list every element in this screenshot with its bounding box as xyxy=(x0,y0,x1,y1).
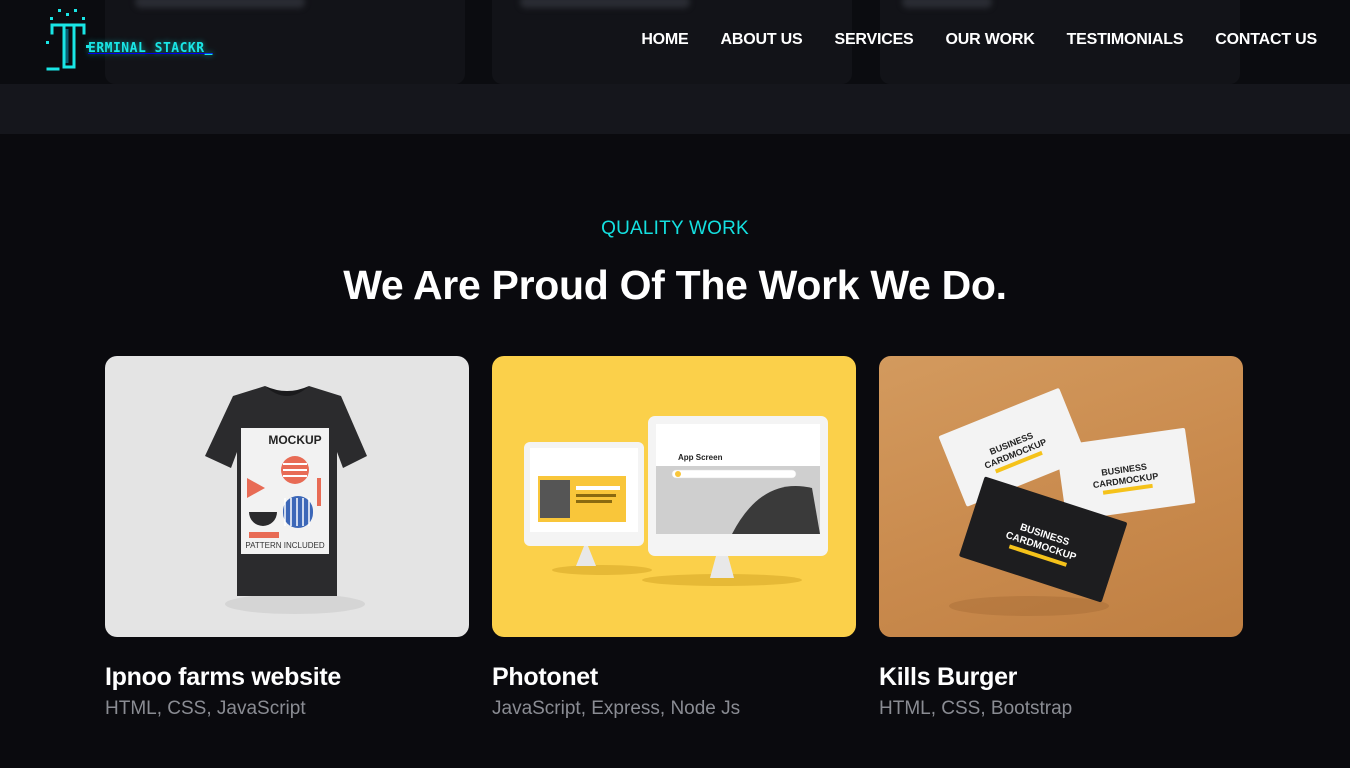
nav-services[interactable]: SERVICES xyxy=(834,31,913,49)
nav-contact-us[interactable]: CONTACT US xyxy=(1215,31,1317,49)
portfolio-grid: MOCKUP PATTERN INCLUDED Ipnoo farms webs… xyxy=(105,356,1243,720)
portfolio-card[interactable]: BUSINESS CARDMOCKUP BUSINESS CARDMOCKUP xyxy=(879,356,1243,720)
tshirt-label-bottom: PATTERN INCLUDED xyxy=(245,541,324,550)
section-eyebrow: QUALITY WORK xyxy=(601,218,749,239)
nav-about-us[interactable]: ABOUT US xyxy=(721,31,803,49)
main-nav: HOME ABOUT US SERVICES OUR WORK TESTIMON… xyxy=(641,31,1317,49)
nav-home[interactable]: HOME xyxy=(641,31,688,49)
project-thumbnail[interactable]: App Screen xyxy=(492,356,856,637)
project-tags: HTML, CSS, JavaScript xyxy=(105,698,306,719)
page: ERMINAL STACKR_ HOME ABOUT US SERVICES O… xyxy=(0,0,1350,768)
brand-logo-text: ERMINAL STACKR_ xyxy=(88,40,213,56)
portfolio-card[interactable]: App Screen Photonet JavaScript, Express,… xyxy=(492,356,856,720)
project-thumbnail[interactable]: BUSINESS CARDMOCKUP BUSINESS CARDMOCKUP xyxy=(879,356,1243,637)
nav-testimonials[interactable]: TESTIMONIALS xyxy=(1067,31,1184,49)
site-header: ERMINAL STACKR_ HOME ABOUT US SERVICES O… xyxy=(0,0,1350,84)
project-title[interactable]: Photonet xyxy=(492,663,856,692)
project-tags: JavaScript, Express, Node Js xyxy=(492,698,741,719)
project-title[interactable]: Ipnoo farms website xyxy=(105,663,469,692)
section-divider-bar xyxy=(0,84,1350,134)
tshirt-label-top: MOCKUP xyxy=(268,433,321,447)
project-title[interactable]: Kills Burger xyxy=(879,663,1243,692)
section-heading: We Are Proud Of The Work We Do. xyxy=(343,262,1007,308)
project-thumbnail[interactable]: MOCKUP PATTERN INCLUDED xyxy=(105,356,469,637)
monitor-mockup-icon: App Screen xyxy=(524,416,828,586)
portfolio-card[interactable]: MOCKUP PATTERN INCLUDED Ipnoo farms webs… xyxy=(105,356,469,720)
project-tags: HTML, CSS, Bootstrap xyxy=(879,698,1073,719)
brand-logo[interactable]: ERMINAL STACKR_ xyxy=(44,4,244,76)
tshirt-mockup-icon: MOCKUP PATTERN INCLUDED xyxy=(205,386,367,614)
nav-our-work[interactable]: OUR WORK xyxy=(946,31,1035,49)
terminal-logo-icon xyxy=(46,9,89,71)
app-screen-title: App Screen xyxy=(678,453,723,462)
business-card-mockup-icon: BUSINESS CARDMOCKUP BUSINESS CARDMOCKUP xyxy=(938,388,1196,616)
